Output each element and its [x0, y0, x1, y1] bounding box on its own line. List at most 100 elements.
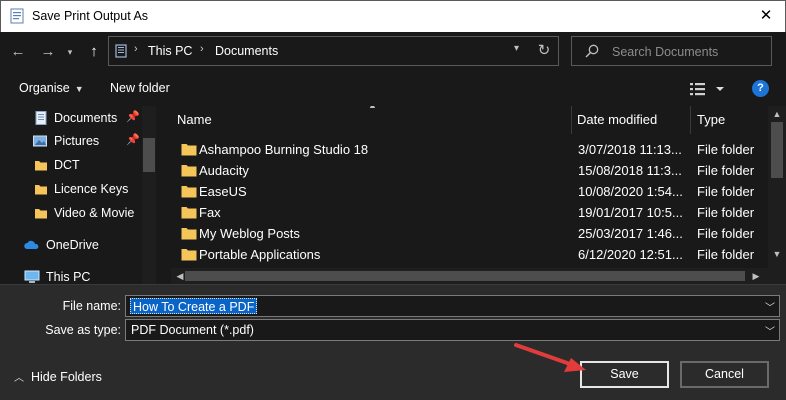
column-header-date-modified[interactable]: Date modified [571, 106, 689, 134]
file-date-modified: 6/12/2020 12:51... [578, 247, 683, 262]
chevron-up-icon: ︿ [14, 373, 24, 384]
navigation-row: ← → ▾ ↑ › This PC › Documents ▾ ↻ [0, 32, 786, 72]
nav-item-label: This PC [46, 270, 91, 284]
folder-icon [181, 186, 197, 198]
chevron-down-icon[interactable]: ﹀ [765, 299, 775, 314]
this-pc-icon [24, 270, 40, 283]
breadcrumb-documents[interactable]: Documents [215, 44, 278, 58]
file-name: EaseUS [199, 184, 247, 199]
table-row[interactable]: My Weblog Posts 25/03/2017 1:46... File … [171, 223, 766, 244]
nav-item-video-movie[interactable]: Video & Movie [0, 202, 150, 224]
table-row[interactable]: Portable Applications 6/12/2020 12:51...… [171, 244, 766, 265]
file-name: Portable Applications [199, 247, 321, 262]
pin-icon: 📌 [126, 111, 140, 123]
cancel-button[interactable]: Cancel [680, 361, 769, 388]
pictures-icon [33, 135, 47, 147]
nav-item-dct[interactable]: DCT [0, 154, 150, 176]
file-type: File folder [697, 184, 755, 199]
file-name: Audacity [199, 163, 249, 178]
file-type: File folder [697, 205, 755, 220]
scrollbar-thumb[interactable] [143, 138, 155, 172]
search-input[interactable] [612, 43, 767, 61]
file-name-field[interactable]: How To Create a PDF ﹀ [125, 295, 780, 317]
back-arrow-icon[interactable]: ← [8, 42, 28, 62]
folder-icon [35, 161, 47, 171]
save-as-type-label: Save as type: [45, 323, 121, 337]
new-folder-button[interactable]: New folder [110, 81, 170, 95]
annotation-arrow-icon [514, 343, 586, 372]
address-dropdown-icon[interactable]: ▾ [514, 43, 519, 54]
pin-icon: 📌 [126, 134, 140, 146]
save-as-type-select[interactable]: PDF Document (*.pdf) ﹀ [125, 319, 780, 341]
chevron-down-icon[interactable]: ﹀ [765, 323, 775, 338]
folder-icon [35, 185, 47, 195]
file-date-modified: 25/03/2017 1:46... [578, 226, 683, 241]
documents-icon [35, 111, 47, 125]
nav-item-label: Documents [54, 111, 118, 125]
scroll-down-icon[interactable]: ▼ [768, 246, 786, 262]
nav-item-label: Video & Movie [54, 206, 135, 220]
file-type: File folder [697, 163, 755, 178]
table-row[interactable]: Audacity 15/08/2018 11:3... File folder [171, 160, 766, 181]
column-header-type[interactable]: Type [691, 106, 766, 134]
view-options-icon[interactable] [688, 80, 730, 98]
recent-locations-chevron-icon[interactable]: ▾ [60, 42, 80, 62]
vertical-scrollbar[interactable]: ▲ ▼ [768, 106, 786, 268]
nav-item-onedrive[interactable]: OneDrive [0, 234, 150, 256]
search-box[interactable] [571, 36, 772, 66]
refresh-icon[interactable]: ↻ [534, 41, 554, 61]
nav-item-label: OneDrive [46, 238, 99, 252]
save-button[interactable]: Save [580, 361, 669, 388]
folder-icon [181, 228, 197, 240]
file-date-modified: 10/08/2020 1:54... [578, 184, 683, 199]
onedrive-icon [24, 240, 39, 249]
address-bar[interactable]: › This PC › Documents ▾ ↻ [108, 36, 559, 66]
scroll-right-icon[interactable]: ▶ [749, 268, 763, 284]
forward-arrow-icon[interactable]: → [38, 42, 58, 62]
folder-icon [181, 165, 197, 177]
help-icon[interactable]: ? [752, 80, 769, 97]
file-name: My Weblog Posts [199, 226, 300, 241]
organise-label: Organise [19, 81, 70, 95]
table-row[interactable]: EaseUS 10/08/2020 1:54... File folder [171, 181, 766, 202]
scroll-up-icon[interactable]: ▲ [768, 106, 786, 122]
file-name-value[interactable]: How To Create a PDF [130, 298, 258, 314]
column-headers: ▲ Name Date modified Type [171, 106, 766, 134]
navigation-pane-scrollbar[interactable] [142, 106, 156, 284]
nav-item-pictures[interactable]: Pictures 📌 [0, 130, 150, 152]
title-bar: Save Print Output As ✕ [0, 0, 786, 32]
save-form: File name: How To Create a PDF ﹀ Save as… [0, 284, 786, 400]
window-title: Save Print Output As [32, 9, 149, 23]
nav-item-licence-keys[interactable]: Licence Keys [0, 178, 150, 200]
file-date-modified: 19/01/2017 10:5... [578, 205, 683, 220]
nav-item-label: DCT [54, 158, 80, 172]
file-date-modified: 3/07/2018 11:13... [578, 142, 682, 157]
table-row[interactable]: Fax 19/01/2017 10:5... File folder [171, 202, 766, 223]
nav-item-label: Pictures [54, 134, 100, 148]
up-arrow-icon[interactable]: ↑ [84, 42, 104, 62]
file-list: ▲ Name Date modified Type Ashampoo Burni… [171, 106, 786, 284]
save-as-type-value: PDF Document (*.pdf) [131, 323, 254, 337]
organise-button[interactable]: Organise ▼ [19, 81, 84, 95]
toolbar: Organise ▼ New folder ? [0, 72, 786, 106]
table-row[interactable]: Ashampoo Burning Studio 18 3/07/2018 11:… [171, 139, 766, 160]
folder-icon [35, 209, 47, 219]
file-name: Ashampoo Burning Studio 18 [199, 142, 369, 157]
nav-item-documents[interactable]: Documents 📌 [0, 107, 150, 129]
folder-icon [181, 144, 197, 156]
scrollbar-thumb[interactable] [771, 122, 783, 178]
horizontal-scrollbar[interactable]: ◀ ▶ [171, 268, 786, 284]
navigation-pane: Documents 📌 Pictures 📌 DCT Licence Keys … [0, 106, 163, 284]
nav-item-this-pc[interactable]: This PC [0, 266, 150, 284]
column-header-name[interactable]: Name [171, 106, 571, 134]
folder-icon [181, 207, 197, 219]
file-type: File folder [697, 247, 755, 262]
breadcrumb-this-pc[interactable]: This PC [148, 44, 192, 58]
hide-folders-label: Hide Folders [31, 370, 102, 384]
scrollbar-thumb[interactable] [185, 271, 745, 281]
hide-folders-button[interactable]: ︿ Hide Folders [14, 369, 102, 384]
close-icon[interactable]: ✕ [755, 5, 777, 27]
folder-icon [181, 249, 197, 261]
file-type: File folder [697, 226, 755, 241]
this-pc-icon [115, 44, 127, 58]
